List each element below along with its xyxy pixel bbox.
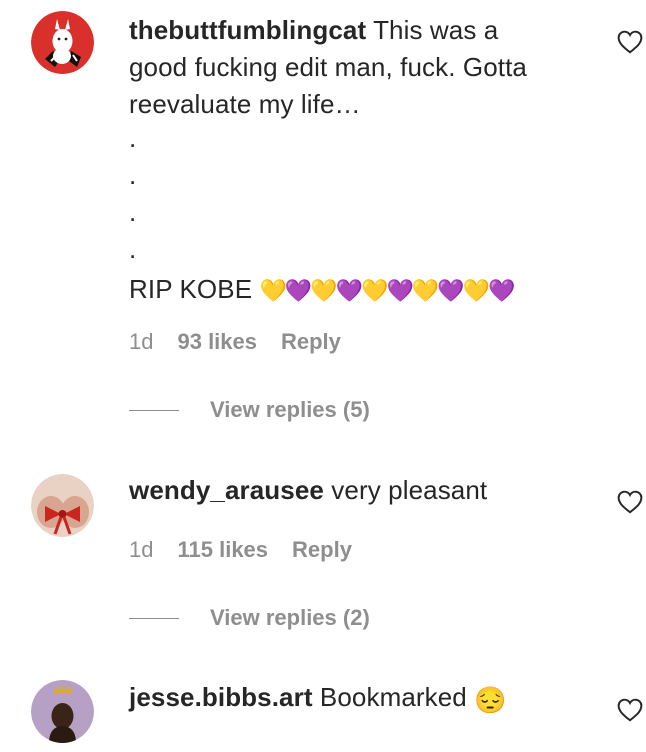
view-replies-label: View replies (2) (210, 605, 370, 630)
avatar[interactable] (31, 680, 94, 743)
comment-body: thebuttfumblingcat This was a good fucki… (129, 12, 589, 309)
comment-username[interactable]: wendy_arausee (129, 475, 324, 505)
like-button[interactable] (617, 30, 643, 54)
comment-text: Bookmarked (319, 682, 467, 712)
like-button[interactable] (617, 698, 643, 722)
avatar-image (31, 474, 94, 537)
comment-meta: 1d 93 likes Reply (129, 327, 341, 357)
likes-count[interactable]: 115 likes (177, 537, 268, 563)
comment-text: very pleasant (331, 475, 488, 505)
heart-outline-icon (617, 490, 643, 514)
avatar[interactable] (31, 11, 94, 74)
view-replies-label: View replies (5) (210, 397, 370, 422)
divider-line (129, 617, 179, 619)
comment-text: reevaluate my life… (129, 89, 361, 119)
emoji-hearts: 💛💜💛💜💛💜💛💜💛💜 (259, 278, 515, 303)
comment-text: This was a (373, 15, 499, 45)
comment-text: good fucking edit man, fuck. Gotta (129, 52, 527, 82)
comment-text: . (129, 197, 137, 227)
heart-outline-icon (617, 30, 643, 54)
view-replies-button[interactable]: View replies (2) (129, 603, 370, 633)
comment-text: . (129, 160, 137, 190)
pensive-emoji: 😔 (474, 685, 507, 715)
likes-count[interactable]: 93 likes (177, 329, 257, 355)
comment-username[interactable]: thebuttfumblingcat (129, 15, 366, 45)
comment-age[interactable]: 1d (129, 537, 153, 563)
like-button[interactable] (617, 490, 643, 514)
comment-username[interactable]: jesse.bibbs.art (129, 682, 313, 712)
reply-button[interactable]: Reply (281, 329, 341, 355)
comment-text: RIP KOBE (129, 274, 253, 304)
comment-age[interactable]: 1d (129, 329, 153, 355)
avatar-image (31, 11, 94, 74)
comment-meta: 1d 115 likes Reply (129, 535, 352, 565)
divider-line (129, 409, 179, 411)
comment-text: . (129, 123, 137, 153)
reply-button[interactable]: Reply (292, 537, 352, 563)
comment-body: jesse.bibbs.art Bookmarked 😔 (129, 679, 589, 719)
comment-text: . (129, 234, 137, 264)
view-replies-button[interactable]: View replies (5) (129, 395, 370, 425)
heart-outline-icon (617, 698, 643, 722)
comment-body: wendy_arausee very pleasant (129, 472, 589, 509)
avatar-image (31, 680, 94, 743)
avatar[interactable] (31, 474, 94, 537)
